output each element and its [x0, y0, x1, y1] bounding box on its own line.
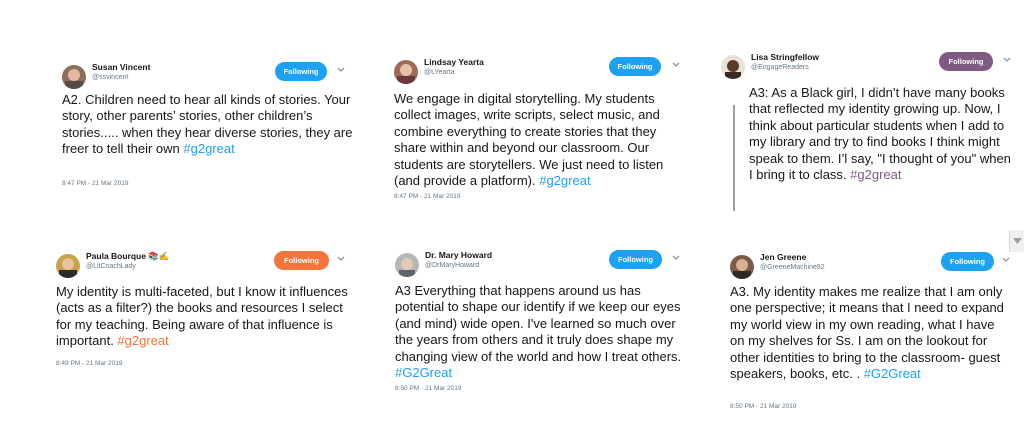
tweet-card: Paula Bourque 📚✍️ @LitCoachLady Followin…	[48, 244, 358, 374]
following-button[interactable]: Following	[609, 250, 662, 269]
avatar[interactable]	[62, 65, 86, 89]
hashtag-link[interactable]: #g2great	[539, 173, 590, 188]
tweet-text: A3: As a Black girl, I didn’t have many …	[749, 85, 1011, 183]
author-handle[interactable]: @LitCoachLady	[86, 263, 136, 270]
caret-down-icon	[1013, 238, 1022, 244]
author-handle[interactable]: @EngageReaders	[751, 64, 809, 71]
tweet-timestamp[interactable]: 8:47 PM - 21 Mar 2019	[62, 180, 128, 187]
hashtag-link[interactable]: #G2Great	[395, 365, 452, 380]
tweet-timestamp[interactable]: 8:50 PM - 21 Mar 2019	[395, 385, 461, 392]
author-handle[interactable]: @GreeneMachine82	[760, 264, 825, 271]
following-button[interactable]: Following	[274, 251, 329, 270]
chevron-down-icon[interactable]	[671, 59, 681, 69]
author-handle[interactable]: @ssvincent	[92, 74, 128, 81]
tweet-card: Lindsay Yearta @LYearta Following We eng…	[386, 50, 686, 205]
following-button[interactable]: Following	[939, 52, 993, 71]
chevron-down-icon[interactable]	[671, 252, 681, 262]
following-button[interactable]: Following	[609, 57, 661, 76]
avatar[interactable]	[56, 254, 80, 278]
author-handle[interactable]: @LYearta	[424, 69, 454, 76]
tweet-card: Jen Greene @GreeneMachine82 Following A3…	[722, 245, 1012, 415]
tweet-card: Lisa Stringfellow @EngageReaders Followi…	[713, 45, 1013, 213]
hashtag-link[interactable]: #G2Great	[864, 366, 921, 381]
tweet-text: My identity is multi-faceted, but I know…	[56, 284, 356, 350]
tweet-text: We engage in digital storytelling. My st…	[394, 91, 686, 189]
quote-bar	[733, 105, 735, 211]
hashtag-link[interactable]: #g2great	[183, 141, 234, 156]
author-name[interactable]: Dr. Mary Howard	[425, 250, 492, 260]
chevron-down-icon[interactable]	[1001, 254, 1011, 264]
tweet-timestamp[interactable]: 8:49 PM - 21 Mar 2019	[56, 360, 122, 367]
avatar[interactable]	[721, 55, 745, 79]
avatar[interactable]	[395, 253, 419, 277]
following-button[interactable]: Following	[275, 62, 327, 81]
tweet-body: We engage in digital storytelling. My st…	[394, 91, 664, 189]
tweet-card: Susan Vincent @ssvincent Following A2. C…	[54, 55, 354, 195]
tweet-body: My identity is multi-faceted, but I know…	[56, 284, 348, 349]
tweet-text: A2. Children need to hear all kinds of s…	[62, 92, 354, 158]
tweet-text: A3 Everything that happens around us has…	[395, 283, 687, 381]
scroll-down-button[interactable]	[1009, 230, 1024, 252]
tweet-card: Dr. Mary Howard @DrMaryHoward Following …	[387, 243, 687, 403]
chevron-down-icon[interactable]	[336, 64, 346, 74]
author-name[interactable]: Susan Vincent	[92, 62, 150, 72]
hashtag-link[interactable]: #g2great	[117, 333, 168, 348]
tweet-timestamp[interactable]: 8:47 PM - 21 Mar 2019	[394, 193, 460, 200]
avatar[interactable]	[394, 60, 418, 84]
author-name[interactable]: Paula Bourque 📚✍️	[86, 251, 170, 262]
tweet-body: A3 Everything that happens around us has…	[395, 283, 682, 364]
author-name[interactable]: Lindsay Yearta	[424, 57, 484, 67]
hashtag-link[interactable]: #g2great	[850, 167, 901, 182]
author-name[interactable]: Lisa Stringfellow	[751, 52, 819, 62]
tweet-text: A3. My identity makes me realize that I …	[730, 284, 1012, 382]
tweet-timestamp[interactable]: 8:50 PM - 21 Mar 2019	[730, 403, 796, 410]
following-button[interactable]: Following	[941, 252, 994, 271]
author-handle[interactable]: @DrMaryHoward	[425, 262, 479, 269]
chevron-down-icon[interactable]	[1002, 54, 1012, 64]
author-name[interactable]: Jen Greene	[760, 252, 806, 262]
chevron-down-icon[interactable]	[336, 253, 346, 263]
avatar[interactable]	[730, 255, 754, 279]
